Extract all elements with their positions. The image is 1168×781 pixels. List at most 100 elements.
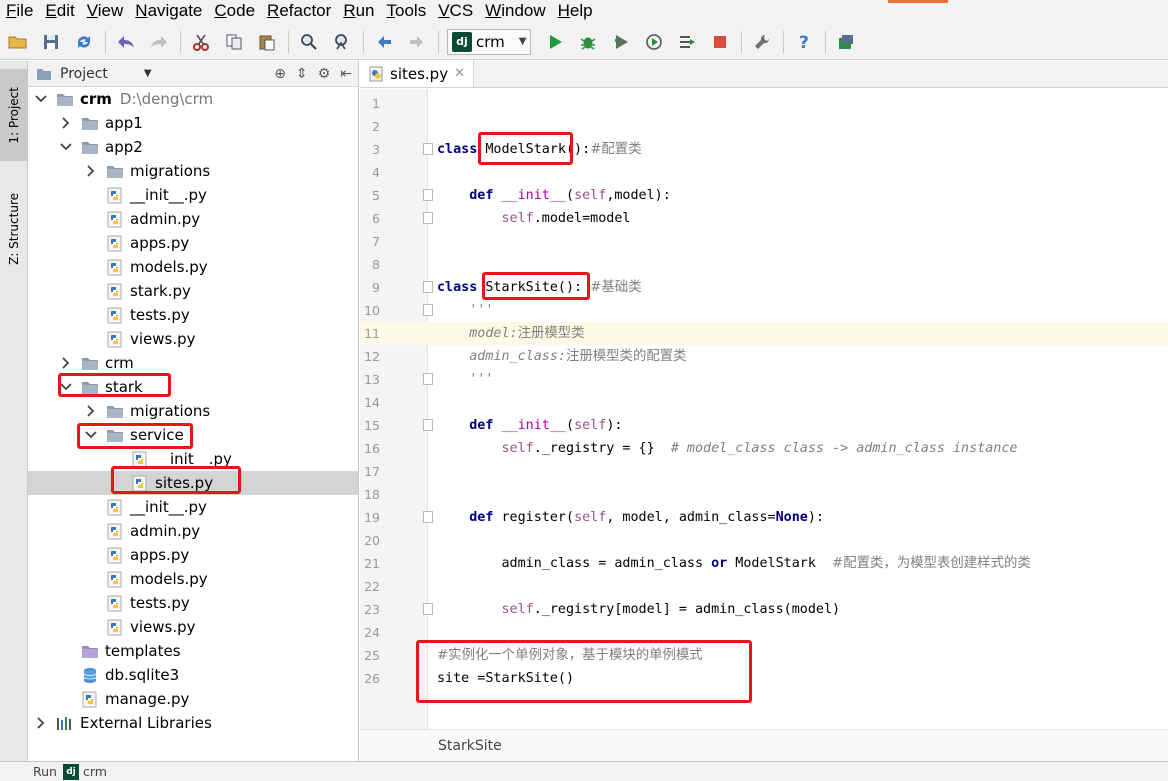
pycharm-tool-button[interactable] bbox=[834, 30, 858, 54]
run-config-tab[interactable]: crm bbox=[83, 764, 107, 779]
chevron-right-icon[interactable] bbox=[34, 716, 48, 730]
tree-item[interactable]: admin.py bbox=[28, 519, 358, 543]
run-button[interactable] bbox=[543, 30, 567, 54]
code-line[interactable]: 15 def __init__(self): bbox=[360, 414, 1168, 437]
paste-button[interactable] bbox=[255, 30, 279, 54]
fold-marker-icon[interactable] bbox=[423, 189, 433, 201]
code-line[interactable]: 5 def __init__(self,model): bbox=[360, 184, 1168, 207]
fold-marker-icon[interactable] bbox=[423, 511, 433, 523]
chevron-down-icon[interactable] bbox=[34, 92, 48, 106]
tree-item[interactable]: app1 bbox=[28, 111, 358, 135]
help-button[interactable]: ? bbox=[792, 30, 816, 54]
gear-icon[interactable]: ⚙ bbox=[318, 66, 331, 82]
menu-refactor[interactable]: Refactor bbox=[261, 0, 337, 24]
chevron-right-icon[interactable] bbox=[84, 404, 98, 418]
tree-item[interactable]: manage.py bbox=[28, 687, 358, 711]
chevron-right-icon[interactable] bbox=[59, 116, 73, 130]
sync-button[interactable] bbox=[72, 30, 96, 54]
coverage-button[interactable] bbox=[609, 30, 633, 54]
menu-help[interactable]: Help bbox=[552, 0, 599, 24]
code-line[interactable]: 17 bbox=[360, 460, 1168, 483]
undo-button[interactable] bbox=[114, 30, 138, 54]
debug-button[interactable] bbox=[576, 30, 600, 54]
tree-item[interactable]: __init__.py bbox=[28, 495, 358, 519]
back-button[interactable] bbox=[372, 30, 396, 54]
redo-button[interactable] bbox=[147, 30, 171, 54]
locate-file-icon[interactable]: ⊕ bbox=[274, 66, 286, 82]
tree-item[interactable]: External Libraries bbox=[28, 711, 358, 735]
code-line[interactable]: 23 self._registry[model] = admin_class(m… bbox=[360, 598, 1168, 621]
find-button[interactable] bbox=[297, 30, 321, 54]
fold-marker-icon[interactable] bbox=[423, 603, 433, 615]
collapse-all-icon[interactable]: ⇕ bbox=[296, 66, 308, 82]
code-line[interactable]: 19 def register(self, model, admin_class… bbox=[360, 506, 1168, 529]
fold-marker-icon[interactable] bbox=[423, 143, 433, 155]
code-line[interactable]: 13 ''' bbox=[360, 368, 1168, 391]
code-line[interactable]: 26 site =StarkSite() bbox=[360, 667, 1168, 690]
code-line[interactable]: 11 model:注册模型类 bbox=[360, 322, 1168, 345]
menu-view[interactable]: View bbox=[81, 0, 130, 24]
stop-button[interactable] bbox=[708, 30, 732, 54]
code-line[interactable]: 20 bbox=[360, 529, 1168, 552]
run-configuration-select[interactable]: dj crm ▼ bbox=[447, 28, 532, 55]
tree-item[interactable]: crm D:\deng\crm bbox=[28, 87, 358, 111]
fold-marker-icon[interactable] bbox=[423, 212, 433, 224]
structure-tool-tab[interactable]: Z: Structure bbox=[0, 179, 28, 279]
menu-navigate[interactable]: Navigate bbox=[129, 0, 208, 24]
tree-item[interactable]: tests.py bbox=[28, 303, 358, 327]
code-line[interactable]: 9 class StarkSite(): #基础类 bbox=[360, 276, 1168, 299]
breadcrumb-item[interactable]: StarkSite bbox=[438, 738, 502, 754]
cut-button[interactable] bbox=[189, 30, 213, 54]
settings-button[interactable] bbox=[750, 30, 774, 54]
tree-item[interactable]: migrations bbox=[28, 399, 358, 423]
tree-item[interactable]: views.py bbox=[28, 615, 358, 639]
tree-item[interactable]: __init__.py bbox=[28, 183, 358, 207]
editor-tab-sites[interactable]: sites.py ✕ bbox=[360, 60, 474, 87]
tree-item[interactable]: templates bbox=[28, 639, 358, 663]
code-line[interactable]: 7 bbox=[360, 230, 1168, 253]
code-line[interactable]: 1 bbox=[360, 92, 1168, 115]
fold-marker-icon[interactable] bbox=[423, 419, 433, 431]
fold-marker-icon[interactable] bbox=[423, 304, 433, 316]
code-line[interactable]: 2 bbox=[360, 115, 1168, 138]
tree-item[interactable]: __init__.py bbox=[28, 447, 358, 471]
hide-panel-icon[interactable]: ⇤ bbox=[340, 66, 352, 82]
fold-marker-icon[interactable] bbox=[423, 281, 433, 293]
run-concurrency-button[interactable] bbox=[675, 30, 699, 54]
code-line[interactable]: 25 #实例化一个单例对象，基于模块的单例模式 bbox=[360, 644, 1168, 667]
menu-vcs[interactable]: VCS bbox=[432, 0, 479, 24]
code-line[interactable]: 14 bbox=[360, 391, 1168, 414]
tree-item[interactable]: service bbox=[28, 423, 358, 447]
menu-window[interactable]: Window bbox=[479, 0, 551, 24]
code-line[interactable]: 4 bbox=[360, 161, 1168, 184]
menu-edit[interactable]: Edit bbox=[39, 0, 80, 24]
tree-item[interactable]: admin.py bbox=[28, 207, 358, 231]
code-line[interactable]: 18 bbox=[360, 483, 1168, 506]
open-folder-button[interactable] bbox=[6, 30, 30, 54]
tree-item[interactable]: models.py bbox=[28, 567, 358, 591]
profile-button[interactable] bbox=[642, 30, 666, 54]
code-line[interactable]: 10 ''' bbox=[360, 299, 1168, 322]
menu-tools[interactable]: Tools bbox=[381, 0, 433, 24]
tree-item[interactable]: stark.py bbox=[28, 279, 358, 303]
menu-code[interactable]: Code bbox=[208, 0, 261, 24]
code-line[interactable]: 12 admin_class:注册模型类的配置类 bbox=[360, 345, 1168, 368]
close-tab-icon[interactable]: ✕ bbox=[454, 66, 465, 81]
chevron-down-icon[interactable] bbox=[84, 428, 98, 442]
fold-marker-icon[interactable] bbox=[423, 373, 433, 385]
tree-item[interactable]: views.py bbox=[28, 327, 358, 351]
chevron-down-icon[interactable] bbox=[59, 140, 73, 154]
chevron-right-icon[interactable] bbox=[59, 356, 73, 370]
code-line[interactable]: 16 self._registry = {} # model_class cla… bbox=[360, 437, 1168, 460]
tree-item[interactable]: tests.py bbox=[28, 591, 358, 615]
save-button[interactable] bbox=[39, 30, 63, 54]
tree-item[interactable]: apps.py bbox=[28, 543, 358, 567]
chevron-right-icon[interactable] bbox=[84, 164, 98, 178]
run-tool-tab[interactable]: Run bbox=[33, 764, 57, 779]
code-line[interactable]: 3 class ModelStark():#配置类 bbox=[360, 138, 1168, 161]
chevron-down-icon[interactable] bbox=[59, 380, 73, 394]
code-line[interactable]: 21 admin_class = admin_class or ModelSta… bbox=[360, 552, 1168, 575]
code-line[interactable]: 8 bbox=[360, 253, 1168, 276]
code-line[interactable]: 24 bbox=[360, 621, 1168, 644]
project-tool-tab[interactable]: 1: Project bbox=[0, 69, 28, 161]
